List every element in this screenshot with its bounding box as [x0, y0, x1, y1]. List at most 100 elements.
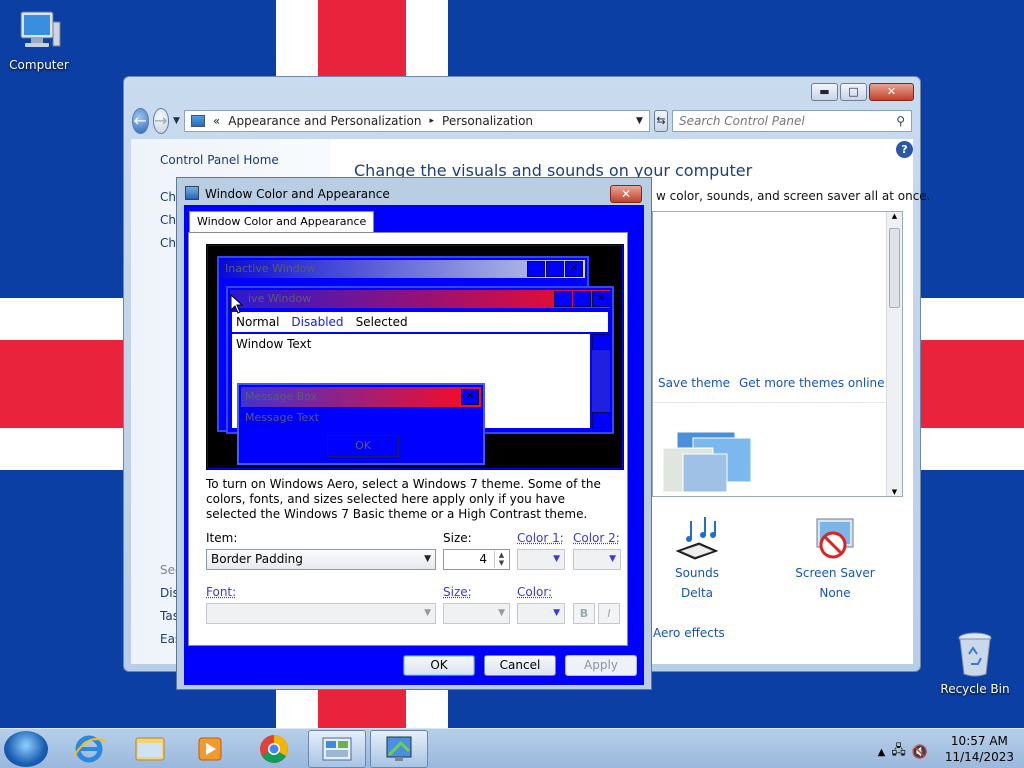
preview-close-icon: ✕ — [461, 389, 479, 405]
bold-button[interactable]: B — [573, 603, 595, 624]
dialog-panel: Inactive Window ✕ ive Window ✕ Normal Di… — [188, 232, 628, 646]
control-panel-icon — [322, 737, 352, 761]
chevron-down-icon: ▼ — [553, 608, 560, 618]
ok-button[interactable]: OK — [403, 655, 475, 676]
breadcrumb-overflow[interactable]: « — [213, 114, 220, 128]
apply-button[interactable]: Apply — [565, 655, 637, 676]
dialog-close-button[interactable]: ✕ — [610, 185, 642, 203]
screen-saver-label[interactable]: Screen Saver — [790, 566, 880, 580]
tab-window-color[interactable]: Window Color and Appearance — [189, 211, 375, 233]
themes-list[interactable]: ▲ ▼ — [652, 211, 903, 497]
item-label: Item: — [206, 531, 238, 545]
preview-menu-disabled[interactable]: Disabled — [291, 315, 343, 329]
sounds-label[interactable]: Sounds — [652, 566, 742, 580]
taskbar-media-player[interactable] — [181, 730, 239, 768]
back-button[interactable]: ← — [132, 108, 149, 134]
preview-menu-selected[interactable]: Selected — [356, 315, 408, 329]
desktop-icon-computer[interactable]: Computer — [2, 8, 76, 72]
search-input[interactable]: Search Control Panel ⚲ — [672, 110, 912, 132]
taskbar: ▲ 🖧 🔇 10:57 AM 11/14/2023 — [0, 728, 1024, 768]
clock[interactable]: 10:57 AM 11/14/2023 — [945, 733, 1014, 765]
font-color-label: Color: — [517, 585, 553, 599]
preview-message-text: Message Text — [245, 411, 319, 424]
screen-saver-value[interactable]: None — [790, 586, 880, 600]
chevron-down-icon: ▼ — [609, 554, 616, 564]
preview-menu-normal[interactable]: Normal — [236, 315, 279, 329]
notification-area: ▲ 🖧 🔇 — [878, 741, 928, 763]
chevron-down-icon: ▼ — [498, 608, 505, 618]
preview-ok-button[interactable]: OK — [327, 435, 399, 457]
clock-time: 10:57 AM — [950, 734, 1008, 748]
taskbar-personalization[interactable] — [370, 730, 428, 768]
help-icon[interactable]: ? — [896, 141, 913, 158]
taskbar-control-panel[interactable] — [308, 730, 366, 768]
left-link[interactable]: Ch — [160, 236, 176, 250]
recent-pages-dropdown[interactable]: ▼ — [173, 116, 180, 126]
screen-saver-icon — [816, 518, 854, 559]
sounds-icon — [675, 517, 719, 560]
control-panel-icon — [190, 115, 205, 127]
show-hidden-icons[interactable]: ▲ — [878, 747, 886, 758]
sounds-value[interactable]: Delta — [652, 586, 742, 600]
font-size-label: Size: — [443, 585, 472, 599]
personalization-icon — [386, 736, 412, 761]
recycle-bin-icon — [958, 632, 992, 677]
dialog-icon — [185, 186, 199, 200]
preview-message-box[interactable]: Message Box ✕ Message Text OK — [237, 383, 485, 465]
appearance-preview[interactable]: Inactive Window ✕ ive Window ✕ Normal Di… — [206, 244, 624, 470]
network-icon[interactable]: 🖧 — [891, 741, 906, 763]
control-panel-home-link[interactable]: Control Panel Home — [160, 153, 279, 167]
internet-explorer-icon — [73, 735, 107, 763]
volume-muted-icon[interactable]: 🔇 — [912, 745, 928, 760]
address-dropdown-icon[interactable]: ▼ — [636, 116, 643, 126]
start-button[interactable] — [4, 731, 48, 767]
breadcrumb-separator[interactable]: ▸ — [430, 116, 435, 126]
italic-button[interactable]: I — [598, 603, 620, 624]
preview-scrollbar — [592, 334, 610, 428]
font-select[interactable]: ▼ — [206, 603, 436, 624]
maximize-button[interactable]: □ — [840, 83, 867, 101]
preview-active-title: ive Window — [230, 290, 610, 308]
breadcrumb-appearance[interactable]: Appearance and Personalization — [228, 114, 421, 128]
taskbar-chrome[interactable] — [245, 730, 303, 768]
color2-label: Color 2: — [573, 531, 620, 545]
get-more-themes-link[interactable]: Get more themes online — [739, 376, 885, 390]
aero-effects-link[interactable]: Aero effects — [653, 626, 725, 640]
chevron-down-icon: ▼ — [553, 554, 560, 564]
screen-saver-item[interactable]: Screen Saver None — [790, 515, 880, 600]
color2-select[interactable]: ▼ — [573, 549, 621, 570]
minimize-button[interactable]: ▬ — [811, 83, 838, 101]
refresh-button[interactable]: ⇆ — [653, 110, 668, 132]
item-select[interactable]: Border Padding ▼ — [206, 549, 436, 570]
left-link[interactable]: Ch — [160, 190, 176, 204]
preview-menu-bar: Normal Disabled Selected — [232, 312, 608, 332]
themes-scrollbar[interactable]: ▲ ▼ — [886, 212, 902, 496]
forward-button[interactable]: → — [152, 108, 169, 134]
save-theme-link[interactable]: Save theme — [658, 376, 730, 390]
computer-icon — [20, 11, 61, 47]
chevron-down-icon: ▼ — [424, 554, 431, 564]
taskbar-explorer[interactable] — [121, 730, 179, 768]
dialog-title: Window Color and Appearance — [205, 187, 390, 201]
spin-arrows-icon[interactable]: ▲ ▼ — [494, 551, 508, 568]
color1-select[interactable]: ▼ — [517, 549, 565, 570]
search-icon: ⚲ — [896, 114, 905, 128]
breadcrumb-personalization[interactable]: Personalization — [442, 114, 533, 128]
chevron-down-icon: ▼ — [424, 608, 431, 618]
size-stepper[interactable]: 4 ▲ ▼ — [443, 549, 510, 570]
left-link[interactable]: Ch — [160, 213, 176, 227]
sounds-item[interactable]: Sounds Delta — [652, 515, 742, 600]
taskbar-internet-explorer[interactable] — [60, 730, 118, 768]
address-bar[interactable]: « Appearance and Personalization ▸ Perso… — [183, 110, 650, 132]
cancel-button[interactable]: Cancel — [484, 655, 556, 676]
preview-maximize-icon — [573, 291, 591, 307]
close-button[interactable]: ✕ — [869, 83, 914, 101]
desktop-icon-label: Computer — [9, 58, 69, 72]
mouse-cursor-icon — [230, 294, 244, 314]
desktop-icon-recycle-bin[interactable]: Recycle Bin — [938, 630, 1012, 696]
font-size-select[interactable]: ▼ — [443, 603, 510, 624]
size-label: Size: — [443, 531, 472, 545]
media-player-icon — [198, 737, 222, 761]
font-color-select[interactable]: ▼ — [517, 603, 565, 624]
theme-thumbnail-icon[interactable] — [653, 424, 763, 496]
